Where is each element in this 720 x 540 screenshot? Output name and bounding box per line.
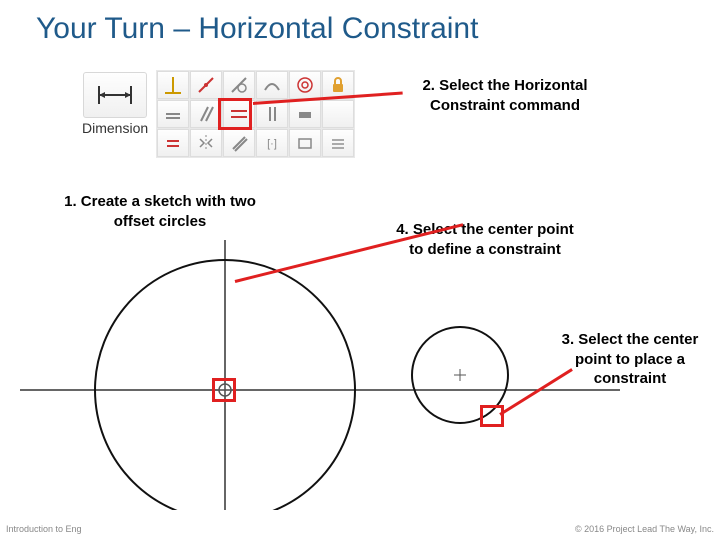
- vertical-constraint-icon[interactable]: [256, 100, 288, 128]
- mirror-icon[interactable]: [190, 129, 222, 157]
- pattern-icon[interactable]: [223, 129, 255, 157]
- page-title: Your Turn – Horizontal Constraint: [36, 12, 478, 46]
- svg-text:[·]: [·]: [267, 138, 277, 150]
- perpendicular-icon[interactable]: [157, 71, 189, 99]
- fix-icon[interactable]: [289, 100, 321, 128]
- concentric-icon[interactable]: [289, 71, 321, 99]
- colinear-icon[interactable]: [157, 100, 189, 128]
- lock-icon[interactable]: [322, 71, 354, 99]
- horizontal-constraint-icon[interactable]: [223, 100, 255, 128]
- dimension-label: Dimension: [82, 120, 148, 136]
- dimension-icon: [83, 72, 147, 118]
- constraint-toolbar: Dimension [·]: [80, 70, 355, 158]
- smooth-icon[interactable]: [256, 71, 288, 99]
- footer-left: Introduction to Eng: [6, 524, 82, 534]
- instruction-2: 2. Select the Horizontal Constraint comm…: [400, 76, 610, 115]
- footer-right: © 2016 Project Lead The Way, Inc.: [575, 524, 714, 534]
- instruction-1: 1. Create a sketch with two offset circl…: [60, 192, 260, 231]
- dimension-set-icon[interactable]: [289, 129, 321, 157]
- settings-icon[interactable]: [322, 129, 354, 157]
- sketch-canvas: [20, 240, 620, 510]
- symmetric-icon[interactable]: [·]: [256, 129, 288, 157]
- constraint-grid: [·]: [156, 70, 355, 158]
- blank-cell: [322, 100, 354, 128]
- parallel-icon[interactable]: [190, 100, 222, 128]
- tangent-icon[interactable]: [223, 71, 255, 99]
- dimension-tool[interactable]: Dimension: [80, 70, 150, 138]
- coincident-icon[interactable]: [190, 71, 222, 99]
- equal-icon[interactable]: [157, 129, 189, 157]
